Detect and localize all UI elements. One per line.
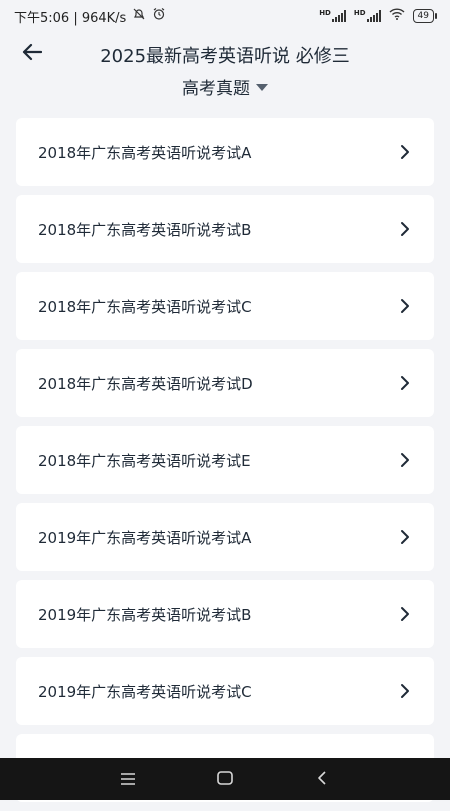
list-item-label: 2019年广东高考英语听说考试B — [38, 605, 252, 624]
signal-2-icon: HD — [354, 10, 381, 22]
chevron-right-icon — [400, 452, 410, 468]
list-item-label: 2018年广东高考英语听说考试E — [38, 451, 251, 470]
list-item[interactable]: 2018年广东高考英语听说考试E — [16, 426, 434, 494]
list-item-label: 2019年广东高考英语听说考试A — [38, 528, 252, 547]
alarm-clock-icon — [152, 7, 166, 25]
notifications-off-icon — [132, 7, 146, 25]
signal-1-icon: HD — [319, 10, 346, 22]
status-bar: 下午5:06 | 964K/s HD HD 49 — [0, 0, 450, 32]
chevron-right-icon — [400, 606, 410, 622]
list-item[interactable]: 2019年广东高考英语听说考试A — [16, 503, 434, 571]
page-title: 2025最新高考英语听说 必修三 — [100, 46, 350, 67]
status-time-speed: 下午5:06 | 964K/s — [14, 10, 127, 26]
status-left: 下午5:06 | 964K/s — [14, 7, 166, 26]
chevron-right-icon — [400, 683, 410, 699]
filter-label: 高考真题 — [182, 79, 250, 99]
list-item[interactable]: 2018年广东高考英语听说考试C — [16, 272, 434, 340]
back-nav-button[interactable] — [302, 763, 342, 795]
list-item[interactable]: 2019年广东高考英语听说考试C — [16, 657, 434, 725]
list-item-label: 2018年广东高考英语听说考试A — [38, 143, 252, 162]
menu-icon — [120, 770, 136, 789]
home-button[interactable] — [205, 763, 245, 795]
hd-badge: HD — [319, 9, 331, 17]
status-right: HD HD 49 — [319, 8, 438, 24]
chevron-right-icon — [400, 298, 410, 314]
system-nav-bar — [0, 758, 450, 800]
page-header: 2025最新高考英语听说 必修三 高考真题 — [0, 32, 450, 112]
hd-badge: HD — [353, 9, 366, 17]
list-item[interactable]: 2018年广东高考英语听说考试B — [16, 195, 434, 263]
list-item[interactable]: 2018年广东高考英语听说考试D — [16, 349, 434, 417]
caret-down-icon — [256, 84, 268, 91]
chevron-right-icon — [400, 375, 410, 391]
home-square-icon — [217, 770, 233, 789]
battery-icon: 49 — [412, 9, 438, 23]
list-item[interactable]: 2019年广东高考英语听说考试B — [16, 580, 434, 648]
wifi-icon — [389, 8, 405, 24]
chevron-right-icon — [400, 221, 410, 237]
list-item-label: 2018年广东高考英语听说考试B — [38, 220, 252, 239]
category-filter-dropdown[interactable]: 高考真题 — [0, 74, 450, 99]
list-item-label: 2018年广东高考英语听说考试C — [38, 297, 252, 316]
chevron-right-icon — [400, 144, 410, 160]
list-item-label: 2019年广东高考英语听说考试C — [38, 682, 252, 701]
list-item-label: 2018年广东高考英语听说考试D — [38, 374, 253, 393]
chevron-right-icon — [400, 529, 410, 545]
back-triangle-icon — [317, 770, 327, 789]
menu-button[interactable] — [108, 763, 148, 795]
list-item[interactable]: 2018年广东高考英语听说考试A — [16, 118, 434, 186]
exam-list: 2018年广东高考英语听说考试A 2018年广东高考英语听说考试B 2018年广… — [16, 118, 434, 811]
